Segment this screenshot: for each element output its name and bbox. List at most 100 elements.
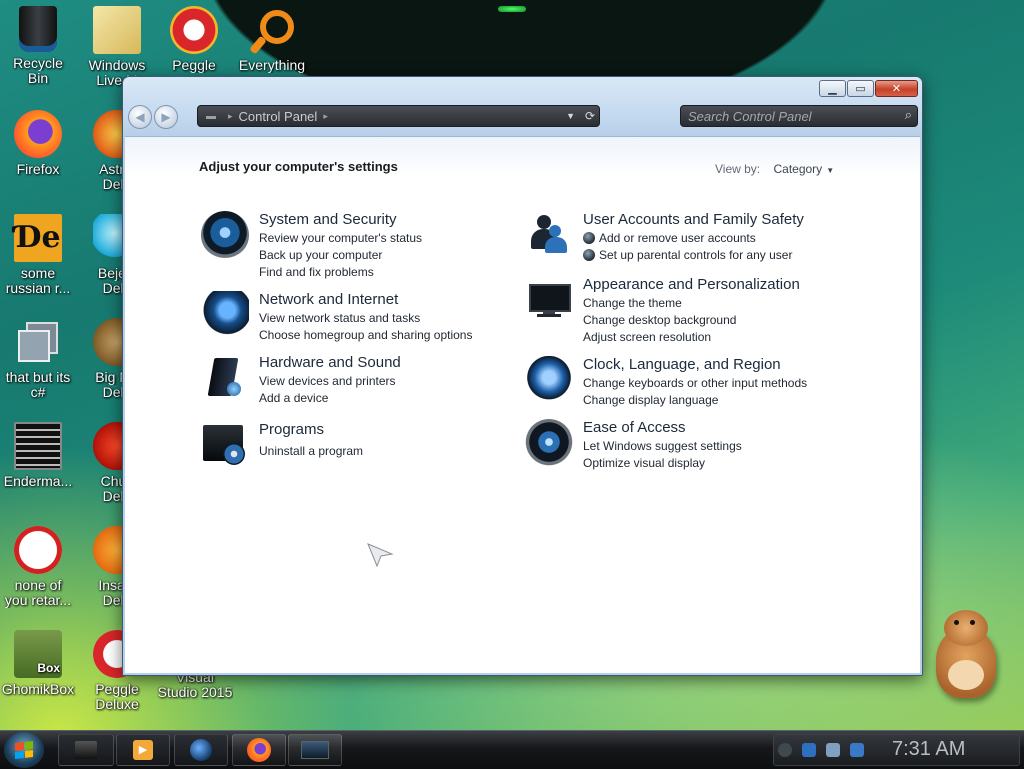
mouse-cursor-icon <box>367 543 394 568</box>
start-button[interactable] <box>4 732 44 768</box>
refresh-icon[interactable]: ⟳ <box>585 109 595 123</box>
desktop-icon-label: Windows <box>88 58 146 73</box>
desktop-icon-recycle-bin[interactable]: Recycle Bin <box>0 6 76 86</box>
task-link[interactable]: Change keyboards or other input methods <box>583 375 807 392</box>
firefox-icon <box>247 738 271 762</box>
address-bar[interactable]: ▬ ▸ Control Panel ▸ ▼ ⟳ <box>197 105 600 127</box>
category-links: Add or remove user accounts Set up paren… <box>583 230 792 264</box>
desktop-icon-label: Everything <box>238 58 306 73</box>
globe-icon <box>190 739 212 761</box>
minimize-button[interactable]: ▁ <box>819 80 846 97</box>
desktop-icon-that-but-its[interactable]: that but its c# <box>0 318 76 400</box>
task-link[interactable]: Choose homegroup and sharing options <box>259 327 472 344</box>
control-panel-icon <box>301 741 329 759</box>
de-app-icon: Ɗe <box>14 214 62 262</box>
desktop-icon-peggle[interactable]: Peggle <box>156 6 232 73</box>
task-link[interactable]: Add or remove user accounts <box>583 230 792 247</box>
chevron-down-icon[interactable]: ▼ <box>826 166 834 175</box>
view-by-control: View by: Category ▼ <box>715 162 834 176</box>
task-link[interactable]: Review your computer's status <box>259 230 422 247</box>
address-dropdown-icon[interactable]: ▼ <box>566 111 575 121</box>
category-title[interactable]: Ease of Access <box>583 419 686 436</box>
navigation-bar: ◀ ▶ ▬ ▸ Control Panel ▸ ▼ ⟳ ⌕ <box>128 103 918 131</box>
category-title[interactable]: Hardware and Sound <box>259 354 401 371</box>
desktop-glow-indicator <box>498 6 526 12</box>
task-link[interactable]: Let Windows suggest settings <box>583 438 742 455</box>
everything-search-icon <box>248 6 296 55</box>
ghomikbox-icon: Box <box>14 630 62 678</box>
recycle-bin-icon <box>19 6 57 52</box>
maximize-button[interactable]: ▭ <box>847 80 874 97</box>
breadcrumb-separator-icon[interactable]: ▸ <box>323 111 328 122</box>
desktop-icon-ghomikbox[interactable]: Box GhomikBox <box>0 630 76 697</box>
system-tray: 7:31 AM <box>773 734 1020 766</box>
category-title[interactable]: Clock, Language, and Region <box>583 356 781 373</box>
desktop-icon-everything[interactable]: Everything <box>234 6 310 73</box>
desktop-icon-firefox[interactable]: Firefox <box>0 110 76 177</box>
taskbar-item-media-player[interactable]: ▶ <box>116 734 170 766</box>
task-link[interactable]: Set up parental controls for any user <box>583 247 792 264</box>
category-title[interactable]: Programs <box>259 421 324 438</box>
close-button[interactable]: ✕ <box>875 80 918 97</box>
view-by-label: View by: <box>715 162 761 176</box>
desktop-icon-some-russian[interactable]: Ɗe some russian r... <box>0 214 76 296</box>
hardware-sound-icon <box>201 354 249 402</box>
breadcrumb-control-panel[interactable]: Control Panel <box>239 109 318 124</box>
task-link[interactable]: Back up your computer <box>259 247 422 264</box>
category-links: Review your computer's status Back up yo… <box>259 230 422 281</box>
search-icon[interactable]: ⌕ <box>905 108 912 123</box>
task-link[interactable]: Change desktop background <box>583 312 736 329</box>
control-panel-window: ▁ ▭ ✕ ◀ ▶ ▬ ▸ Control Panel ▸ ▼ ⟳ ⌕ Adju… <box>122 76 923 676</box>
category-title[interactable]: System and Security <box>259 211 397 228</box>
maximize-icon: ▭ <box>855 82 866 95</box>
desktop-icon-label: none of <box>14 578 62 593</box>
task-link[interactable]: Optimize visual display <box>583 455 742 472</box>
user-accounts-icon <box>525 211 573 259</box>
desktop-icon-none-of-you[interactable]: none of you retar... <box>0 526 76 608</box>
system-security-icon <box>201 211 249 259</box>
back-button[interactable]: ◀ <box>128 105 152 129</box>
task-link[interactable]: Adjust screen resolution <box>583 329 736 346</box>
task-link[interactable]: View network status and tasks <box>259 310 472 327</box>
desktop-icon-label: some <box>20 266 56 281</box>
taskbar-item-network[interactable] <box>174 734 228 766</box>
desktop-icon-label: Bin <box>27 71 49 86</box>
category-links: View devices and printers Add a device <box>259 373 396 407</box>
control-panel-breadcrumb-icon: ▬ <box>206 110 216 122</box>
task-link[interactable]: Change the theme <box>583 295 736 312</box>
category-title[interactable]: Appearance and Personalization <box>583 276 800 293</box>
appearance-monitor-icon <box>525 276 573 324</box>
desktop-icon-label: Recycle <box>13 56 63 71</box>
desktop-icon-enderman[interactable]: Enderma... <box>0 422 76 489</box>
clock-globe-icon <box>525 356 573 404</box>
category-links: Change keyboards or other input methods … <box>583 375 807 409</box>
category-links: Let Windows suggest settings Optimize vi… <box>583 438 742 472</box>
desktop-icon-label: russian r... <box>5 281 71 296</box>
taskbar-clock[interactable]: 7:31 AM <box>892 738 965 761</box>
task-link[interactable]: Find and fix problems <box>259 264 422 281</box>
task-link[interactable]: Add a device <box>259 390 396 407</box>
forward-button[interactable]: ▶ <box>154 105 178 129</box>
taskbar-item-firefox[interactable] <box>232 734 286 766</box>
task-link[interactable]: Change display language <box>583 392 807 409</box>
task-link-text: Add or remove user accounts <box>599 231 756 245</box>
breadcrumb-separator-icon[interactable]: ▸ <box>228 111 233 122</box>
category-title[interactable]: Network and Internet <box>259 291 398 308</box>
taskbar: ▶ 7:31 AM <box>0 730 1024 769</box>
category-title[interactable]: User Accounts and Family Safety <box>583 211 804 228</box>
tray-network-icon[interactable] <box>826 743 840 757</box>
window-caption-buttons: ▁ ▭ ✕ <box>819 80 918 97</box>
view-by-dropdown[interactable]: Category <box>773 162 822 176</box>
task-link[interactable]: View devices and printers <box>259 373 396 390</box>
task-link[interactable]: Uninstall a program <box>259 443 363 460</box>
taskbar-item-control-panel[interactable] <box>288 734 342 766</box>
search-input[interactable] <box>681 106 888 126</box>
hamster-mascot-image[interactable] <box>930 604 1002 704</box>
desktop-icon-label: c# <box>30 385 46 400</box>
tray-bluetooth-icon[interactable] <box>802 743 816 757</box>
desktop-icon-label: GhomikBox <box>1 682 75 697</box>
tray-speaker-icon[interactable] <box>778 743 792 757</box>
category-links: View network status and tasks Choose hom… <box>259 310 472 344</box>
tray-monitor-icon[interactable] <box>850 743 864 757</box>
taskbar-item-explorer[interactable] <box>58 734 114 766</box>
